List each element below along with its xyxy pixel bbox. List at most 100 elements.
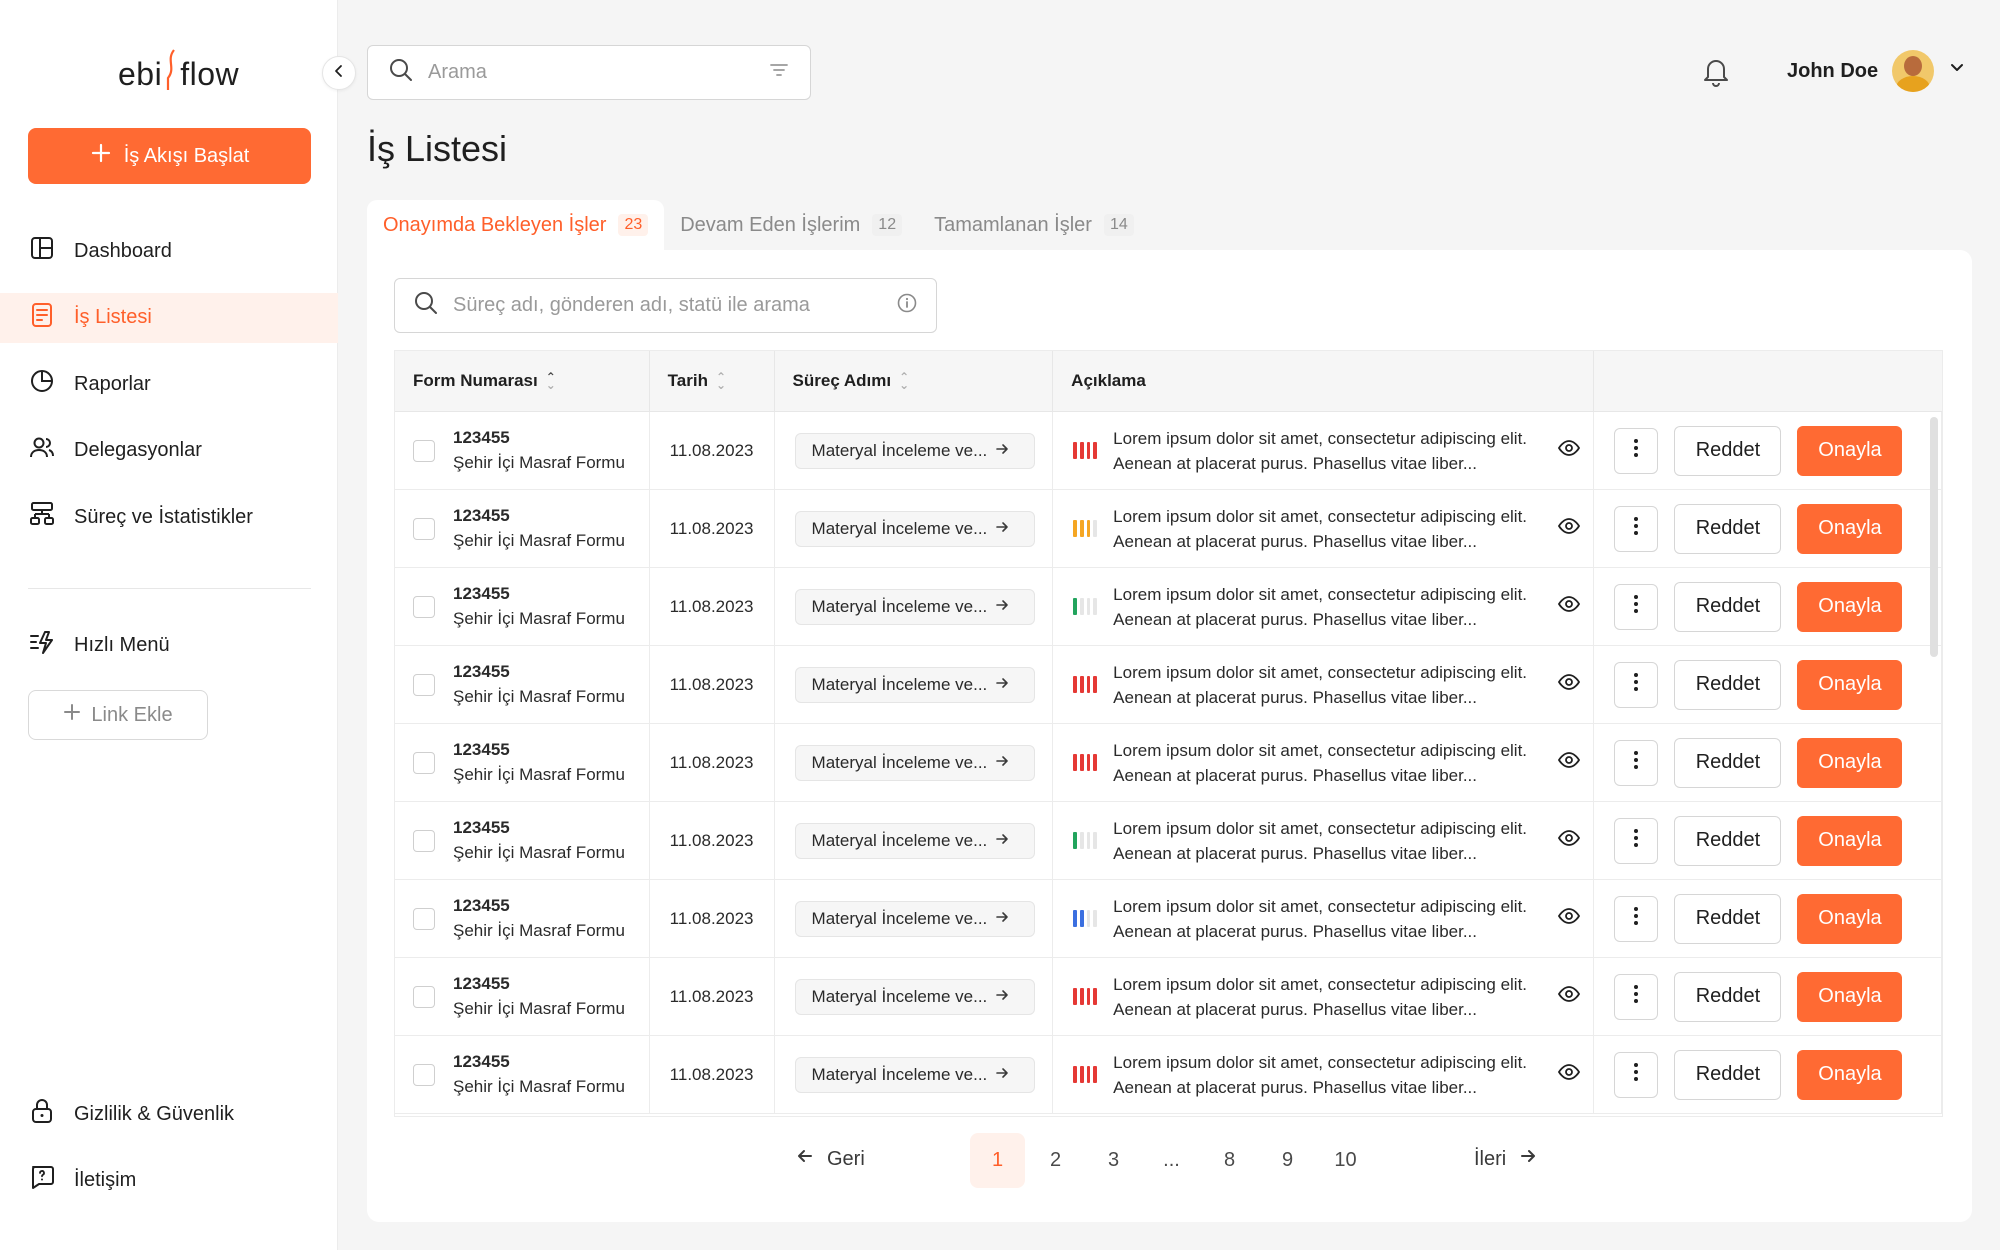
- approve-button[interactable]: Onayla: [1797, 971, 1903, 1022]
- approve-button[interactable]: Onayla: [1797, 659, 1903, 710]
- user-menu[interactable]: John Doe: [1787, 50, 1966, 92]
- description-cell: Lorem ipsum dolor sit amet, consectetur …: [1053, 880, 1595, 957]
- approve-button[interactable]: Onayla: [1797, 893, 1903, 944]
- table-scrollbar[interactable]: [1930, 417, 1938, 657]
- column-header-date[interactable]: Tarih ⌃ ⌄: [650, 351, 775, 411]
- pagination-page[interactable]: 2: [1028, 1133, 1083, 1188]
- reject-button[interactable]: Reddet: [1674, 815, 1782, 866]
- row-checkbox[interactable]: [413, 595, 435, 618]
- row-checkbox[interactable]: [413, 751, 435, 774]
- notification-bell-icon[interactable]: [1700, 55, 1732, 94]
- eye-icon[interactable]: [1557, 826, 1581, 855]
- process-step-chip[interactable]: Materyal İnceleme ve...: [794, 510, 1035, 547]
- eye-icon[interactable]: [1557, 592, 1581, 621]
- more-options-button[interactable]: [1614, 739, 1659, 786]
- eye-icon[interactable]: [1557, 904, 1581, 933]
- row-checkbox[interactable]: [413, 829, 435, 852]
- row-checkbox[interactable]: [413, 985, 435, 1008]
- process-step-label: Materyal İnceleme ve...: [811, 674, 988, 694]
- row-checkbox[interactable]: [413, 1063, 435, 1086]
- tab-completed[interactable]: Tamamlanan İşler 14: [918, 200, 1150, 250]
- table-search-input[interactable]: Süreç adı, gönderen adı, statü ile arama: [394, 278, 937, 333]
- reject-button[interactable]: Reddet: [1674, 971, 1782, 1022]
- sidebar-item-process-stats[interactable]: Süreç ve İstatistikler: [0, 492, 338, 542]
- start-workflow-button[interactable]: İş Akışı Başlat: [28, 128, 311, 184]
- approve-button[interactable]: Onayla: [1797, 503, 1903, 554]
- reject-button[interactable]: Reddet: [1674, 425, 1782, 476]
- approve-button[interactable]: Onayla: [1797, 1049, 1903, 1100]
- page-title: İş Listesi: [367, 128, 508, 169]
- table-row[interactable]: 123455 Şehir İçi Masraf Formu 11.08.2023…: [395, 802, 1942, 880]
- description-cell: Lorem ipsum dolor sit amet, consectetur …: [1053, 412, 1595, 489]
- approve-button[interactable]: Onayla: [1797, 737, 1903, 788]
- pagination-prev-label: Geri: [827, 1147, 865, 1170]
- process-step-chip[interactable]: Materyal İnceleme ve...: [794, 900, 1035, 937]
- reject-button[interactable]: Reddet: [1674, 581, 1782, 632]
- table-row[interactable]: 123455 Şehir İçi Masraf Formu 11.08.2023…: [395, 646, 1942, 724]
- reject-button[interactable]: Reddet: [1674, 893, 1782, 944]
- sidebar-item-privacy[interactable]: Gizlilik & Güvenlik: [28, 1094, 234, 1134]
- pagination-page[interactable]: 8: [1202, 1133, 1257, 1188]
- column-header-form-number[interactable]: Form Numarası ⌃ ⌄: [395, 351, 650, 411]
- column-header-process-step[interactable]: Süreç Adımı ⌃ ⌄: [775, 351, 1054, 411]
- tab-in-progress[interactable]: Devam Eden İşlerim 12: [664, 200, 918, 250]
- more-options-button[interactable]: [1614, 895, 1659, 942]
- reject-button[interactable]: Reddet: [1674, 503, 1782, 554]
- eye-icon[interactable]: [1557, 748, 1581, 777]
- eye-icon[interactable]: [1557, 670, 1581, 699]
- table-row[interactable]: 123455 Şehir İçi Masraf Formu 11.08.2023…: [395, 1036, 1942, 1114]
- table-row[interactable]: 123455 Şehir İçi Masraf Formu 11.08.2023…: [395, 412, 1942, 490]
- pagination-prev-button[interactable]: Geri: [795, 1146, 865, 1172]
- pagination-page[interactable]: 10: [1318, 1133, 1373, 1188]
- process-step-chip[interactable]: Materyal İnceleme ve...: [794, 588, 1035, 625]
- eye-icon[interactable]: [1557, 1060, 1581, 1089]
- sidebar-item-dashboard[interactable]: Dashboard: [0, 226, 338, 276]
- more-options-button[interactable]: [1614, 427, 1659, 474]
- sidebar-item-task-list[interactable]: İş Listesi: [0, 292, 338, 343]
- reject-button[interactable]: Reddet: [1674, 659, 1782, 710]
- more-options-button[interactable]: [1614, 505, 1659, 552]
- eye-icon[interactable]: [1557, 982, 1581, 1011]
- row-checkbox[interactable]: [413, 517, 435, 540]
- pagination-next-button[interactable]: İleri: [1474, 1146, 1538, 1172]
- pagination-page[interactable]: 1: [970, 1133, 1025, 1188]
- row-checkbox[interactable]: [413, 673, 435, 696]
- approve-button[interactable]: Onayla: [1797, 581, 1903, 632]
- global-search-input[interactable]: Arama: [367, 45, 811, 100]
- filter-icon[interactable]: [768, 59, 790, 87]
- more-options-button[interactable]: [1614, 1051, 1659, 1098]
- info-icon[interactable]: [896, 292, 918, 320]
- table-row[interactable]: 123455 Şehir İçi Masraf Formu 11.08.2023…: [395, 880, 1942, 958]
- add-link-button[interactable]: Link Ekle: [28, 690, 208, 740]
- pagination-page[interactable]: 9: [1260, 1133, 1315, 1188]
- sidebar-item-delegations[interactable]: Delegasyonlar: [0, 426, 338, 476]
- process-step-chip[interactable]: Materyal İnceleme ve...: [794, 978, 1035, 1015]
- pagination-page[interactable]: 3: [1086, 1133, 1141, 1188]
- process-step-chip[interactable]: Materyal İnceleme ve...: [794, 666, 1035, 703]
- row-checkbox[interactable]: [413, 907, 435, 930]
- eye-icon[interactable]: [1557, 514, 1581, 543]
- table-row[interactable]: 123455 Şehir İçi Masraf Formu 11.08.2023…: [395, 490, 1942, 568]
- table-row[interactable]: 123455 Şehir İçi Masraf Formu 11.08.2023…: [395, 568, 1942, 646]
- row-checkbox[interactable]: [413, 439, 435, 462]
- more-options-button[interactable]: [1614, 661, 1659, 708]
- process-step-chip[interactable]: Materyal İnceleme ve...: [794, 1056, 1035, 1093]
- sidebar-item-contact[interactable]: İletişim: [28, 1160, 136, 1200]
- process-step-chip[interactable]: Materyal İnceleme ve...: [794, 432, 1035, 469]
- more-options-button[interactable]: [1614, 817, 1659, 864]
- collapse-sidebar-button[interactable]: [322, 56, 356, 90]
- reject-button[interactable]: Reddet: [1674, 1049, 1782, 1100]
- more-options-button[interactable]: [1614, 583, 1659, 630]
- more-vertical-icon: [1633, 594, 1639, 619]
- tab-pending-approval[interactable]: Onayımda Bekleyen İşler 23: [367, 200, 665, 250]
- reject-button[interactable]: Reddet: [1674, 737, 1782, 788]
- table-row[interactable]: 123455 Şehir İçi Masraf Formu 11.08.2023…: [395, 724, 1942, 802]
- process-step-chip[interactable]: Materyal İnceleme ve...: [794, 744, 1035, 781]
- more-options-button[interactable]: [1614, 973, 1659, 1020]
- table-row[interactable]: 123455 Şehir İçi Masraf Formu 11.08.2023…: [395, 958, 1942, 1036]
- process-step-chip[interactable]: Materyal İnceleme ve...: [794, 822, 1035, 859]
- eye-icon[interactable]: [1557, 436, 1581, 465]
- approve-button[interactable]: Onayla: [1797, 815, 1903, 866]
- approve-button[interactable]: Onayla: [1797, 425, 1903, 476]
- sidebar-item-reports[interactable]: Raporlar: [0, 359, 338, 409]
